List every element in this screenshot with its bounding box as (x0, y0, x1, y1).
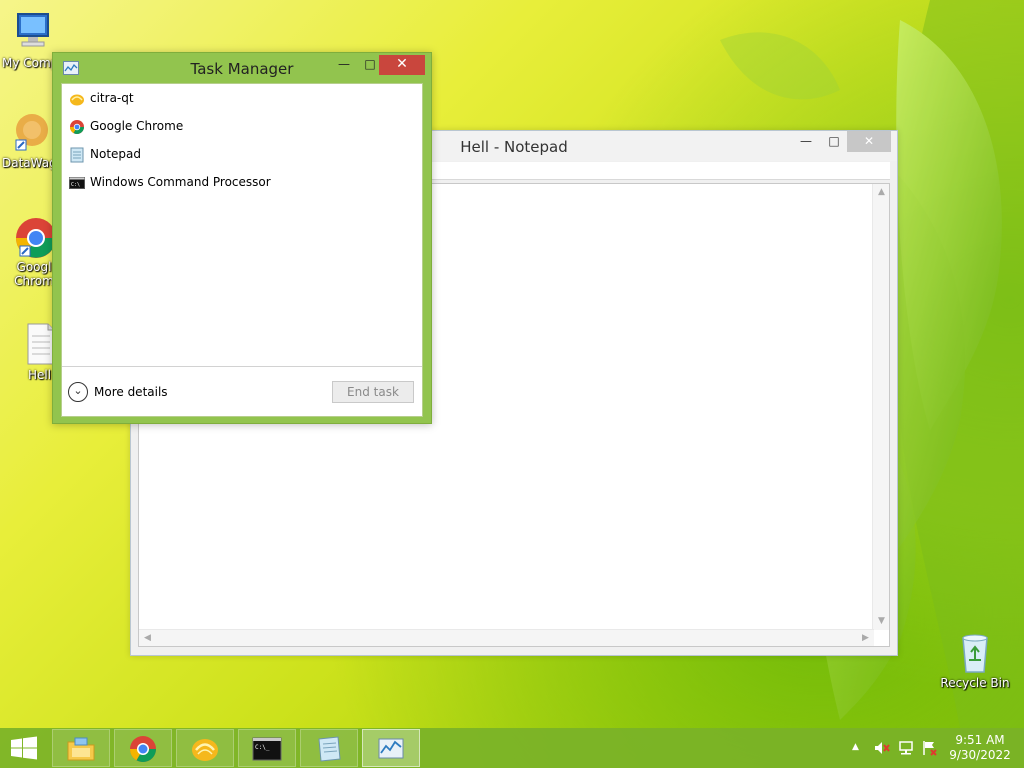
process-name: citra-qt (90, 91, 134, 105)
windows-logo-icon (11, 736, 37, 760)
notepad-icon (69, 147, 85, 163)
network-icon[interactable] (898, 740, 914, 756)
minimize-button[interactable]: — (793, 131, 819, 152)
taskbar-task-manager[interactable] (362, 729, 420, 767)
desktop-icon-label: Recycle Bin (940, 676, 1010, 690)
taskbar-cmd[interactable]: C:\_ (238, 729, 296, 767)
computer-icon (10, 10, 54, 54)
scroll-right-icon[interactable]: ▶ (857, 630, 874, 647)
citra-icon (69, 91, 85, 107)
task-manager-titlebar[interactable]: Task Manager — □ ✕ (53, 53, 431, 83)
taskbar-chrome[interactable] (114, 729, 172, 767)
file-explorer-icon (67, 737, 95, 761)
citra-icon (192, 739, 218, 761)
taskbar-citra[interactable] (176, 729, 234, 767)
clock-date: 9/30/2022 (949, 748, 1011, 762)
process-list: citra-qt Google Chrome Notepad C:\ Windo… (62, 84, 422, 196)
process-item-cmd[interactable]: C:\ Windows Command Processor (62, 168, 422, 196)
volume-muted-icon[interactable] (874, 741, 890, 755)
start-button[interactable] (0, 728, 48, 768)
chrome-icon (12, 214, 56, 258)
process-name: Notepad (90, 147, 141, 161)
chrome-icon (69, 119, 85, 135)
chevron-down-icon: ⌄ (68, 382, 88, 402)
task-manager-body: citra-qt Google Chrome Notepad C:\ Windo… (61, 83, 423, 417)
minimize-button[interactable]: — (331, 55, 357, 75)
scroll-left-icon[interactable]: ◀ (139, 630, 156, 647)
taskbar: C:\_ ▲ 9:51 AM 9/30/2022 (0, 728, 1024, 768)
datawag-icon (8, 110, 52, 154)
svg-text:C:\: C:\ (71, 182, 80, 188)
cmd-icon: C:\_ (252, 737, 282, 761)
notepad-icon (318, 736, 341, 762)
svg-text:C:\_: C:\_ (255, 744, 270, 751)
process-item-google-chrome[interactable]: Google Chrome (62, 112, 422, 140)
vertical-scrollbar[interactable]: ▲ ▼ (872, 184, 889, 630)
maximize-button[interactable]: □ (821, 131, 847, 152)
desktop-icon-recycle-bin[interactable]: Recycle Bin (938, 630, 1012, 690)
scroll-up-icon[interactable]: ▲ (873, 184, 890, 201)
cmd-icon: C:\ (69, 175, 85, 191)
chrome-icon (129, 736, 157, 763)
taskbar-file-explorer[interactable] (52, 729, 110, 767)
taskbar-notepad[interactable] (300, 729, 358, 767)
recycle-bin-icon (953, 630, 997, 674)
task-manager-footer: ⌄ More details End task (62, 366, 422, 416)
desktop-icon-label: DataWag (2, 156, 57, 170)
end-task-button[interactable]: End task (332, 381, 414, 403)
process-name: Google Chrome (90, 119, 184, 133)
taskbar-clock[interactable]: 9:51 AM 9/30/2022 (945, 733, 1015, 763)
clock-time: 9:51 AM (955, 733, 1005, 747)
desktop-icon-datawag[interactable]: DataWag (2, 110, 58, 170)
process-name: Windows Command Processor (90, 175, 271, 189)
process-item-citra-qt[interactable]: citra-qt (62, 84, 422, 112)
task-manager-icon (378, 738, 404, 759)
action-center-flag-icon[interactable] (922, 740, 938, 756)
close-button[interactable]: ✕ (847, 131, 891, 152)
more-details-toggle[interactable]: ⌄ More details (68, 381, 168, 403)
scroll-down-icon[interactable]: ▼ (873, 613, 890, 630)
close-button[interactable]: ✕ (379, 55, 425, 75)
more-details-label: More details (94, 385, 168, 399)
task-manager-window[interactable]: Task Manager — □ ✕ citra-qt Google Chrom… (52, 52, 432, 424)
horizontal-scrollbar[interactable]: ◀ ▶ (139, 629, 874, 646)
process-item-notepad[interactable]: Notepad (62, 140, 422, 168)
desktop-icon-label: Googl Chrom (14, 260, 54, 288)
show-hidden-icons-icon[interactable]: ▲ (852, 742, 859, 752)
